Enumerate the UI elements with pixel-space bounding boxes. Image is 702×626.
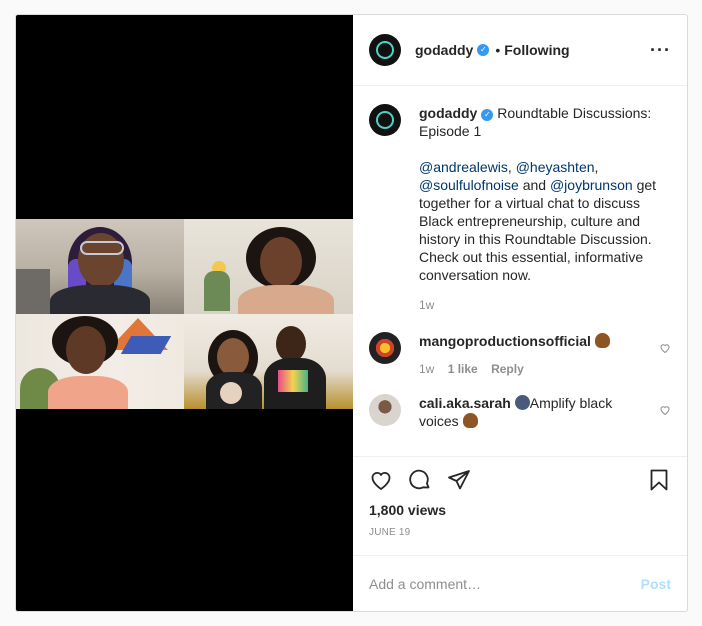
view-count[interactable]: 1,800 views — [353, 502, 687, 518]
caption-time[interactable]: 1w — [419, 298, 434, 312]
verified-badge-icon: ✓ — [477, 44, 490, 56]
comment-avatar[interactable] — [369, 394, 401, 426]
caption-username[interactable]: godaddy — [419, 105, 477, 121]
action-bar — [353, 456, 687, 502]
add-comment-bar: Add a comment… Post — [353, 555, 687, 611]
comment-item: mangoproductionsofficial 1w 1 like Reply — [369, 332, 671, 378]
comment-item: cali.aka.sarah Amplify black voices — [369, 394, 671, 430]
godaddy-logo-icon — [376, 111, 394, 129]
video-tile-2 — [184, 219, 353, 314]
verified-badge-icon: ✓ — [481, 109, 494, 121]
comment-like-heart-icon[interactable] — [659, 404, 671, 416]
comment-time[interactable]: 1w — [419, 362, 434, 376]
raised-fist-icon — [594, 333, 610, 348]
speaking-head-icon — [514, 395, 530, 410]
godaddy-logo-icon — [376, 41, 394, 59]
comment-username[interactable]: mangoproductionsofficial — [419, 333, 591, 349]
video-tile-1 — [16, 219, 184, 314]
godaddy-avatar[interactable] — [369, 34, 401, 66]
instagram-post: godaddy ✓ • Following ··· godaddy ✓ Round… — [15, 14, 688, 612]
caption-meta: 1w — [419, 296, 664, 314]
post-header: godaddy ✓ • Following ··· — [353, 15, 687, 86]
bookmark-icon[interactable] — [647, 468, 671, 492]
comment-input[interactable]: Add a comment… — [369, 576, 481, 592]
comment-like-heart-icon[interactable] — [659, 342, 671, 354]
mention-heyashten[interactable]: @heyashten — [516, 159, 595, 175]
video-call-grid — [16, 219, 353, 409]
caption-separator: , — [507, 159, 512, 175]
mention-joybrunson[interactable]: @joybrunson — [550, 177, 633, 193]
post-comment-button[interactable]: Post — [641, 576, 671, 592]
video-player[interactable] — [16, 15, 353, 611]
post-side-panel: godaddy ✓ • Following ··· godaddy ✓ Round… — [353, 15, 687, 611]
following-button[interactable]: Following — [504, 42, 569, 58]
raised-fist-icon — [462, 413, 478, 428]
share-icon[interactable] — [447, 468, 471, 492]
comment-username[interactable]: cali.aka.sarah — [419, 395, 511, 411]
post-date[interactable]: JUNE 19 — [353, 527, 687, 555]
header-separator: • — [495, 42, 501, 58]
mention-andrealewis[interactable]: @andrealewis — [419, 159, 508, 175]
caption: godaddy ✓ Roundtable Discussions: Episode… — [369, 104, 671, 314]
caption-separator: , — [594, 159, 599, 175]
caption-avatar[interactable] — [369, 104, 401, 136]
comment-icon[interactable] — [408, 468, 432, 492]
video-tile-4 — [184, 314, 353, 409]
more-options-icon[interactable]: ··· — [650, 41, 671, 59]
reply-button[interactable]: Reply — [491, 362, 524, 376]
heart-icon[interactable] — [369, 468, 393, 492]
comments-section: godaddy ✓ Roundtable Discussions: Episode… — [353, 86, 687, 456]
caption-and: and — [522, 177, 547, 193]
video-tile-3 — [16, 314, 184, 409]
comment-likes[interactable]: 1 like — [448, 362, 478, 376]
header-username[interactable]: godaddy — [415, 42, 473, 58]
comment-avatar[interactable] — [369, 332, 401, 364]
mention-soulfulofnoise[interactable]: @soulfulofnoise — [419, 177, 519, 193]
comment-meta: 1w 1 like Reply — [419, 360, 647, 378]
